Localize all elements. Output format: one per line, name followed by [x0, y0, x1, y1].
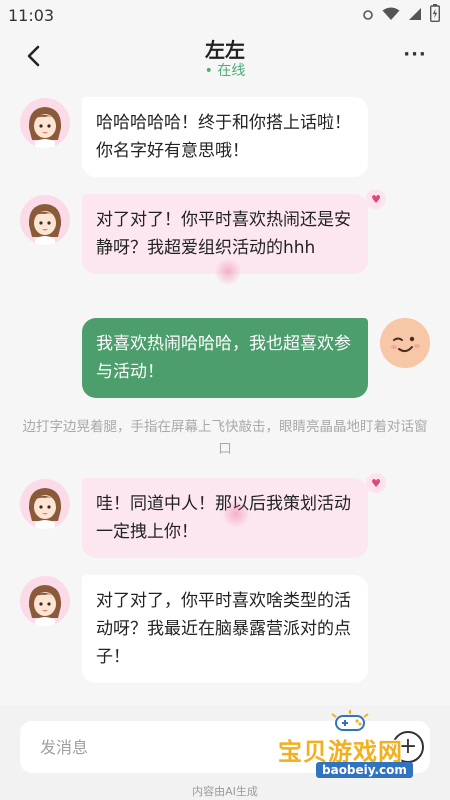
more-options-button[interactable]: ··· [400, 44, 430, 68]
heart-icon[interactable]: ♥ [366, 473, 386, 493]
message-bubble-ai[interactable]: 对了对了，你平时喜欢啥类型的活动呀？我最近在脑暴露营派对的点子！ [82, 575, 368, 683]
girl-avatar-icon [20, 195, 70, 245]
online-dot-icon: • [204, 63, 218, 79]
girl-avatar-icon [20, 576, 70, 626]
battery-icon [429, 4, 441, 26]
message-text: 对了对了！你平时喜欢热闹还是安静呀？我超爱组织活动的hhh [96, 210, 351, 258]
settings-dot-icon [362, 6, 374, 25]
more-icon: ··· [403, 44, 427, 65]
message-text: 哈哈哈哈哈！终于和你搭上话啦！你名字好有意思哦！ [96, 113, 351, 161]
online-status-label: 在线 [217, 63, 246, 79]
message-bubble-ai[interactable]: 哈哈哈哈哈！终于和你搭上话啦！你名字好有意思哦！ [82, 97, 368, 177]
chat-title: 左左 [205, 38, 245, 62]
girl-avatar-icon [20, 479, 70, 529]
chat-header: 左左 • 在线 ··· [0, 30, 450, 86]
status-icons [362, 4, 441, 26]
watermark-logo: 宝贝游戏网 baobeiy.com [278, 710, 428, 782]
online-status: • 在线 [0, 60, 450, 80]
girl-avatar-icon [20, 98, 70, 148]
sparkle-glow [214, 258, 242, 286]
gamepad-icon [331, 710, 369, 731]
status-time: 11:03 [8, 5, 55, 25]
ai-generated-note: 内容由AI生成 [192, 785, 258, 798]
ai-avatar[interactable] [20, 98, 70, 148]
heart-icon[interactable]: ♥ [366, 189, 386, 209]
status-bar: 11:03 [0, 0, 450, 30]
sparkle-glow [222, 500, 250, 528]
message-bubble-user[interactable]: 我喜欢热闹哈哈哈，我也超喜欢参与活动！ [82, 318, 368, 398]
wifi-icon [382, 6, 400, 25]
ai-avatar[interactable] [20, 195, 70, 245]
ai-avatar[interactable] [20, 576, 70, 626]
signal-icon [408, 6, 422, 25]
wink-face-icon [380, 318, 430, 368]
message-text: 我喜欢热闹哈哈哈，我也超喜欢参与活动！ [96, 334, 351, 382]
narration-text: 边打字边晃着腿，手指在屏幕上飞快敲击，眼睛亮晶晶地盯着对话窗口 [22, 419, 428, 457]
message-text: 对了对了，你平时喜欢啥类型的活动呀？我最近在脑暴露营派对的点子！ [96, 591, 351, 667]
user-avatar[interactable] [380, 318, 430, 368]
watermark-url: baobeiy.com [316, 762, 413, 778]
ai-avatar[interactable] [20, 479, 70, 529]
